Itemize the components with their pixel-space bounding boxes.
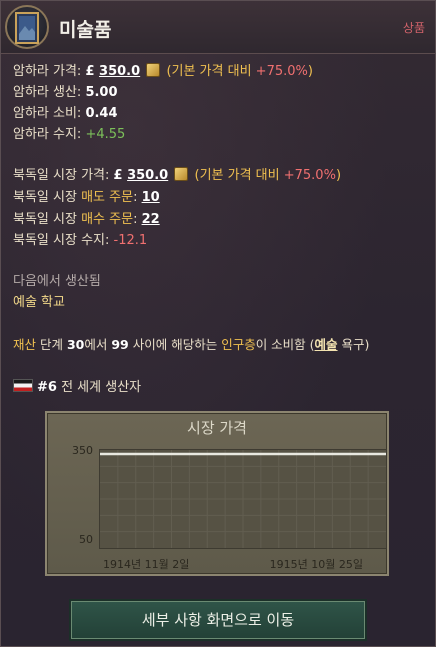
rank-value: #6 [37, 380, 57, 395]
x-tick-label-end: 1915년 10월 25일 [269, 558, 363, 571]
market-buy-orders-line: 북독일 시장 매수 주문: 22 [13, 212, 160, 227]
consumption-note: 재산 단계 30에서 99 사이에 해당하는 인구층이 소비함 (예술 욕구) [13, 337, 370, 352]
chart-svg [100, 450, 386, 548]
market-balance-line: 북독일 시장 수지: -12.1 [13, 233, 148, 248]
local-production-line: 암하라 생산: 5.00 [13, 85, 118, 100]
local-consumption-value: 0.44 [85, 106, 118, 121]
y-tick-label-top: 350 [72, 444, 93, 457]
price-scale-icon [146, 63, 161, 77]
view-details-button[interactable]: 세부 사항 화면으로 이동 [71, 601, 365, 639]
goods-title: 미술품 [59, 19, 112, 41]
chart-title: 시장 가격 [187, 419, 247, 437]
market-price-line: 북독일 시장 가격: £ 350.0 (기본 가격 대비 +75.0%) [13, 167, 342, 183]
market-sell-orders-value[interactable]: 10 [142, 190, 160, 205]
need-link-art[interactable]: 예술 [315, 337, 338, 352]
local-production-value: 5.00 [85, 85, 118, 100]
goods-category-link[interactable]: 상품 [403, 19, 425, 36]
market-sell-orders-line: 북독일 시장 매도 주문: 10 [13, 190, 160, 205]
tooltip-header: 미술품 상품 [1, 1, 435, 54]
goods-icon-frame [5, 5, 49, 49]
market-balance-value: -12.1 [113, 233, 148, 248]
world-producer-rank: #6 전 세계 생산자 [13, 379, 141, 397]
y-tick-label-bottom: 50 [79, 533, 93, 546]
price-scale-icon [174, 167, 189, 181]
produced-in-label: 다음에서 생산됨 [13, 274, 101, 289]
market-price-value[interactable]: 350.0 [127, 168, 168, 183]
price-history-chart: 시장 가격 350 50 1914년 11월 2일 1915년 10월 25일 [45, 411, 389, 576]
goods-tooltip-panel: 미술품 상품 암하라 가격: £ 350.0 (기본 가격 대비 +75.0%)… [0, 0, 436, 647]
local-balance-line: 암하라 수지: +4.55 [13, 127, 126, 142]
local-price-pct: +75.0% [255, 64, 308, 79]
local-price-value[interactable]: 350.0 [99, 64, 140, 79]
country-flag-icon [13, 379, 33, 392]
local-consumption-line: 암하라 소비: 0.44 [13, 106, 118, 121]
pops-link[interactable]: 인구층 [221, 337, 256, 352]
chart-plot-area [99, 449, 387, 549]
market-buy-orders-value[interactable]: 22 [142, 212, 160, 227]
local-price-label: 암하라 가격: [13, 64, 82, 79]
local-price-line: 암하라 가격: £ 350.0 (기본 가격 대비 +75.0%) [13, 63, 313, 79]
market-price-pct: +75.0% [283, 168, 336, 183]
building-link-art-academy[interactable]: 예술 학교 [13, 295, 65, 310]
produced-in-building: 예술 학교 [13, 294, 65, 312]
x-tick-label-start: 1914년 11월 2일 [103, 558, 190, 571]
local-balance-value: +4.55 [85, 127, 126, 142]
painting-icon [15, 12, 39, 44]
wealth-link[interactable]: 재산 [13, 337, 36, 352]
